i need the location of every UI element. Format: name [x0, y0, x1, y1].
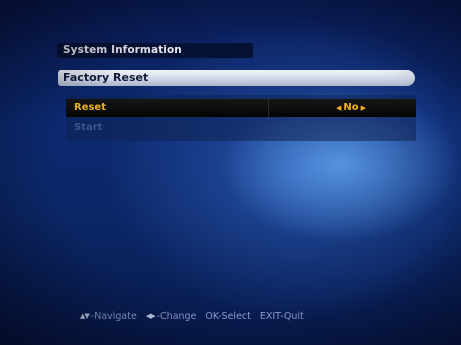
select-hint-label: OK-Select	[205, 310, 251, 322]
navigate-hint-label: -Navigate	[90, 310, 137, 322]
navigate-hint: ▲▼ -Navigate	[80, 311, 137, 322]
arrow-right-icon[interactable]: ▶	[361, 104, 366, 112]
exit-hint-label: EXIT-Quit	[259, 310, 304, 322]
reset-row[interactable]: Reset ◀ No ▶	[66, 99, 416, 117]
arrow-left-icon[interactable]: ◀	[336, 104, 341, 112]
menu-title-bar: Factory Reset	[58, 70, 415, 86]
tv-menu-screen: System Information Factory Reset Reset ◀…	[0, 0, 461, 345]
reset-value: No	[343, 102, 359, 113]
exit-hint: EXIT-Quit	[260, 311, 304, 322]
header-bar: System Information	[57, 43, 253, 58]
change-hint: ◀▶ -Change	[146, 311, 197, 322]
menu-title: Factory Reset	[63, 71, 149, 84]
reset-label: Reset	[74, 102, 106, 113]
header-title: System Information	[63, 44, 182, 56]
start-label: Start	[74, 122, 103, 133]
left-right-arrows-icon: ◀▶	[145, 312, 156, 320]
select-hint: OK-Select	[205, 311, 250, 322]
row-divider	[268, 99, 269, 117]
change-hint-label: -Change	[156, 310, 197, 322]
key-hints-footer: ▲▼ -Navigate ◀▶ -Change OK-Select EXIT-Q…	[80, 309, 410, 323]
up-down-arrows-icon: ▲▼	[80, 312, 90, 320]
start-row[interactable]: Start	[66, 119, 416, 137]
reset-value-selector[interactable]: ◀ No ▶	[316, 102, 386, 113]
